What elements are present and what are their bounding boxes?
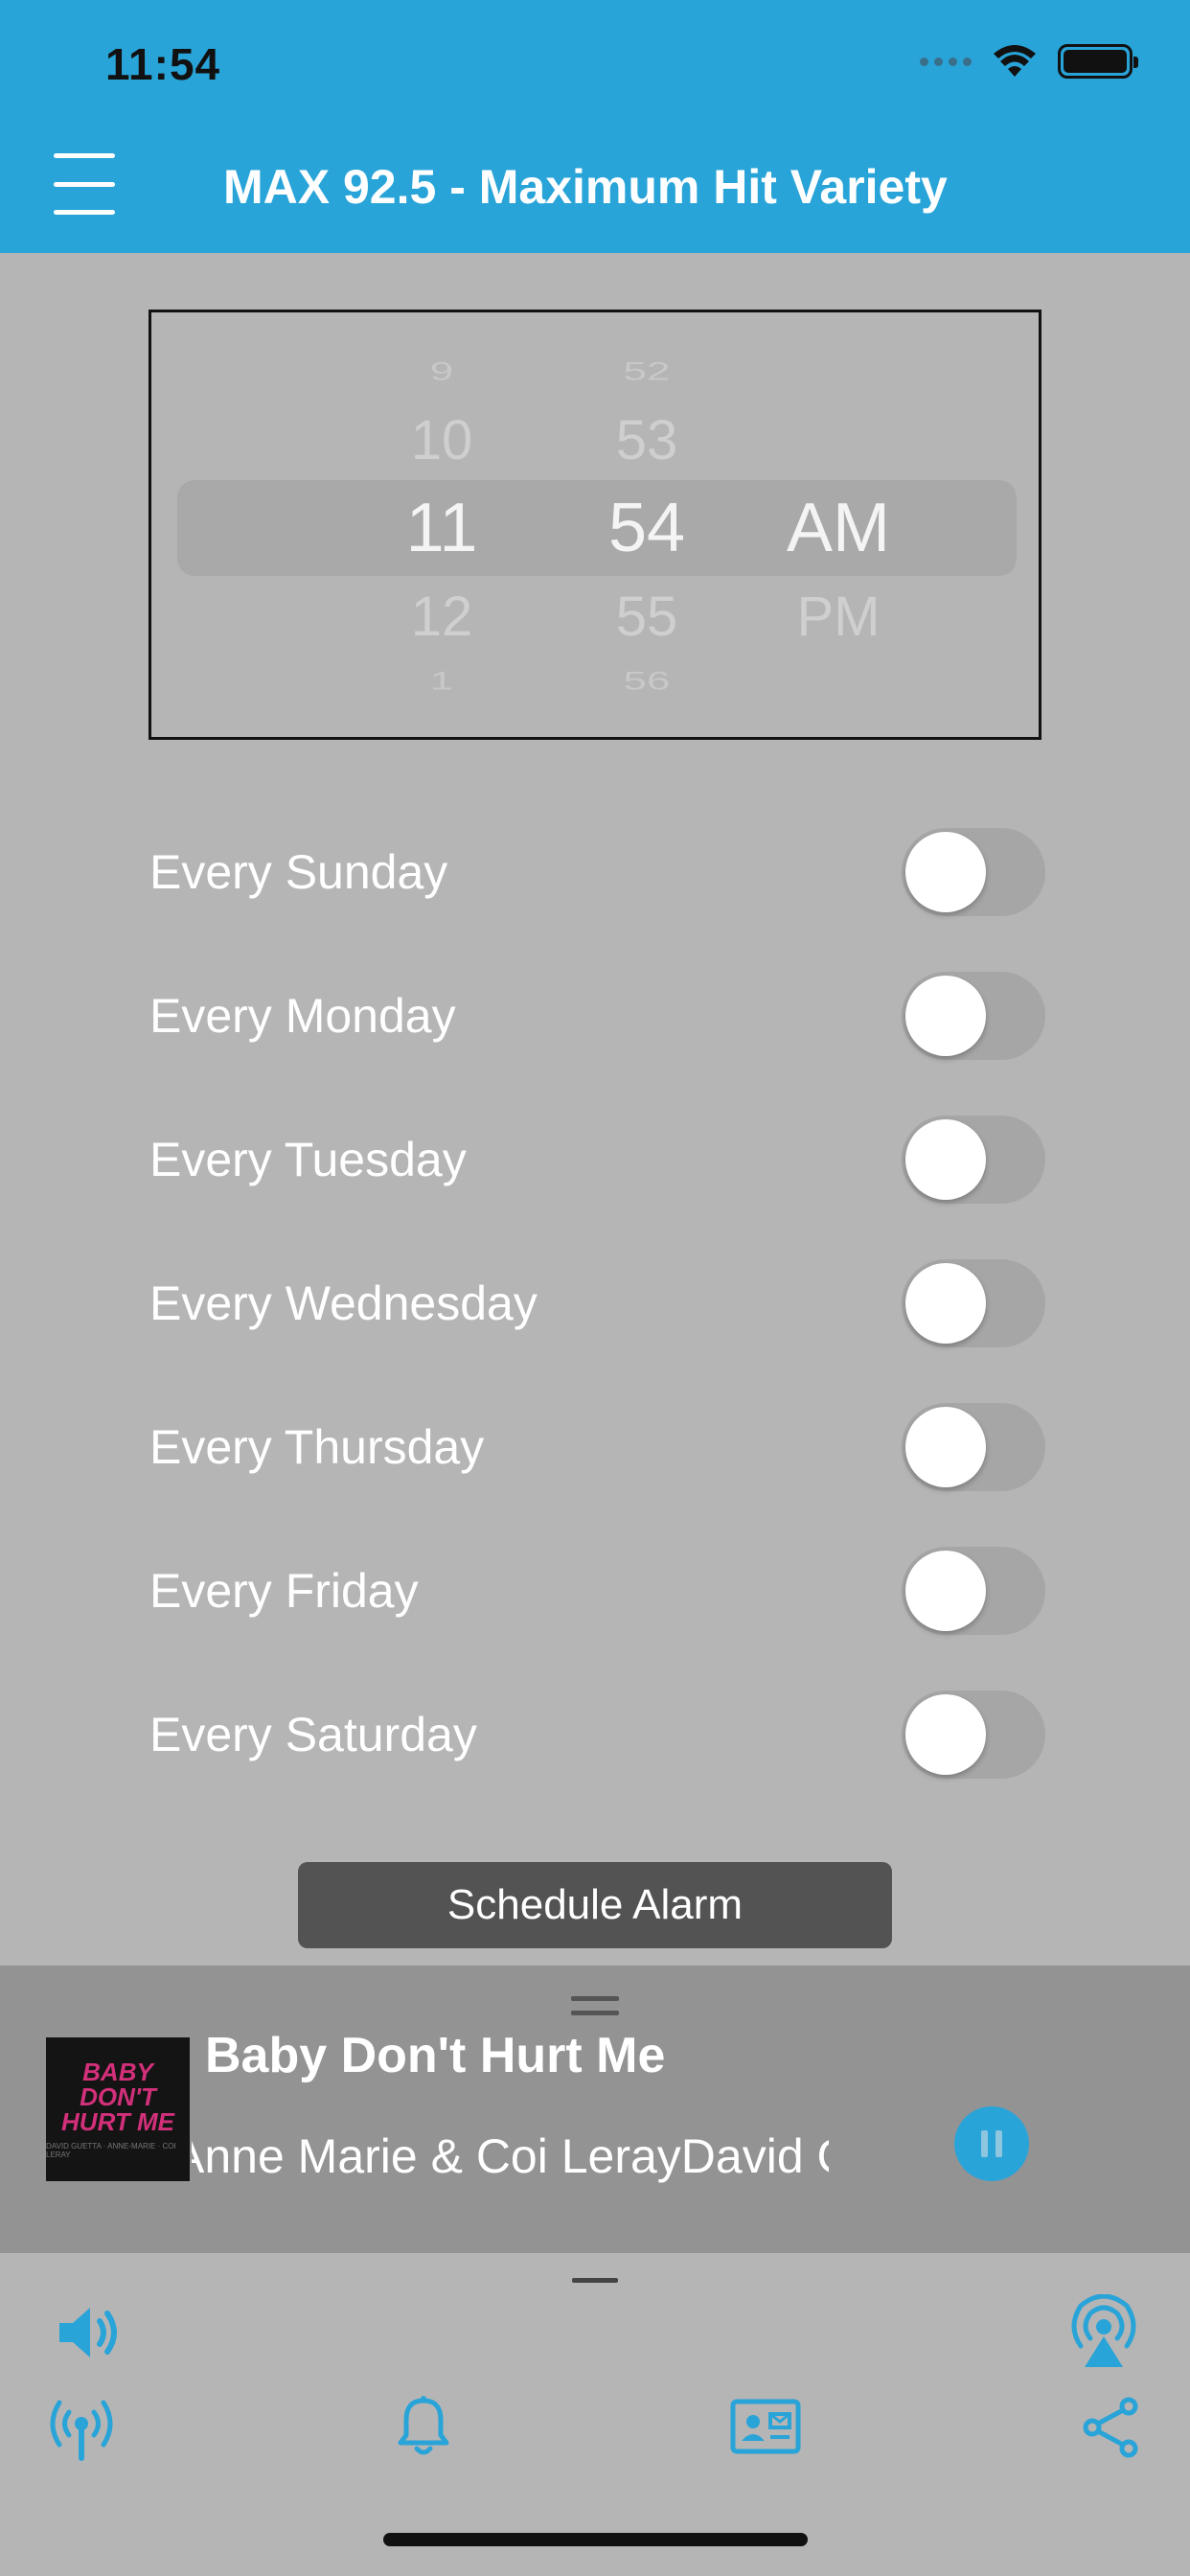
minute-selected[interactable]: 54 (561, 494, 733, 563)
day-label: Every Saturday (149, 1708, 477, 1761)
app-header: 11:54 MAX 92.5 - Maximum Hit Variety (0, 0, 1190, 253)
day-label: Every Tuesday (149, 1133, 467, 1186)
day-row-sunday: Every Sunday (149, 826, 1045, 918)
share-icon[interactable] (1081, 2397, 1140, 2458)
toggle-knob (905, 1694, 986, 1775)
minute-option[interactable]: 56 (561, 669, 733, 694)
toggle-knob (905, 1119, 986, 1200)
now-playing-bar[interactable]: BABY DON'T HURT ME DAVID GUETTA · ANNE-M… (0, 1966, 1190, 2253)
home-indicator[interactable] (383, 2533, 808, 2546)
minute-option[interactable]: 52 (561, 358, 733, 384)
hour-selected[interactable]: 11 (355, 494, 528, 563)
cellular-signal-icon (920, 57, 972, 66)
album-art-credits: DAVID GUETTA · ANNE-MARIE · COI LERAY (46, 2142, 176, 2159)
monday-toggle[interactable] (902, 972, 1045, 1060)
toolbar-handle[interactable] (572, 2278, 618, 2283)
artist-marquee: Anne Marie & Coi LerayDavid Guetta (192, 2128, 829, 2197)
album-art: BABY DON'T HURT ME DAVID GUETTA · ANNE-M… (46, 2037, 190, 2181)
day-row-friday: Every Friday (149, 1545, 1045, 1637)
radio-tower-icon[interactable] (48, 2395, 115, 2462)
day-row-monday: Every Monday (149, 970, 1045, 1062)
minute-wheel[interactable]: 52 53 54 55 56 (561, 312, 733, 737)
day-row-saturday: Every Saturday (149, 1689, 1045, 1781)
toggle-knob (905, 1551, 986, 1631)
thursday-toggle[interactable] (902, 1403, 1045, 1491)
saturday-toggle[interactable] (902, 1690, 1045, 1779)
hour-wheel[interactable]: 9 10 11 12 1 (355, 312, 528, 737)
friday-toggle[interactable] (902, 1547, 1045, 1635)
schedule-alarm-button[interactable]: Schedule Alarm (298, 1862, 892, 1948)
minute-option[interactable]: 53 (561, 413, 733, 469)
bottom-toolbar (0, 2253, 1190, 2576)
period-wheel[interactable]: AM PM (752, 312, 925, 737)
pause-button[interactable] (954, 2106, 1029, 2181)
period-selected[interactable]: AM (752, 494, 925, 563)
hour-option[interactable]: 1 (355, 669, 528, 694)
status-time: 11:54 (105, 39, 221, 89)
day-label: Every Friday (149, 1564, 419, 1618)
volume-icon[interactable] (54, 2296, 126, 2369)
tuesday-toggle[interactable] (902, 1116, 1045, 1204)
day-label: Every Monday (149, 989, 456, 1043)
wednesday-toggle[interactable] (902, 1259, 1045, 1347)
status-icons (920, 44, 1138, 79)
bell-icon[interactable] (395, 2395, 452, 2458)
hour-option[interactable]: 10 (355, 413, 528, 469)
song-title: Baby Don't Hurt Me (205, 2028, 666, 2083)
day-row-tuesday: Every Tuesday (149, 1114, 1045, 1206)
hour-option[interactable]: 12 (355, 589, 528, 645)
player-drag-handle[interactable] (571, 1996, 619, 2015)
minute-option[interactable]: 55 (561, 589, 733, 645)
page-title: MAX 92.5 - Maximum Hit Variety (223, 160, 948, 214)
day-label: Every Thursday (149, 1420, 485, 1474)
day-label: Every Sunday (149, 845, 448, 899)
day-row-wednesday: Every Wednesday (149, 1257, 1045, 1349)
toggle-knob (905, 832, 986, 912)
album-art-text: BABY DON'T HURT ME (61, 2058, 174, 2136)
hour-option[interactable]: 9 (355, 358, 528, 384)
battery-icon (1058, 44, 1138, 79)
contact-card-icon[interactable] (730, 2399, 801, 2454)
wifi-icon (994, 45, 1036, 77)
toggle-knob (905, 976, 986, 1056)
period-option[interactable]: PM (752, 589, 925, 645)
toggle-knob (905, 1407, 986, 1487)
time-picker[interactable]: 9 10 11 12 1 52 53 54 55 56 AM PM (149, 310, 1041, 740)
toggle-knob (905, 1263, 986, 1344)
hamburger-menu-icon[interactable] (54, 153, 115, 215)
sunday-toggle[interactable] (902, 828, 1045, 916)
artist-name: Anne Marie & Coi LerayDavid Guetta (192, 2129, 829, 2183)
day-row-thursday: Every Thursday (149, 1401, 1045, 1493)
day-label: Every Wednesday (149, 1276, 538, 1330)
airplay-icon[interactable] (1065, 2294, 1142, 2369)
